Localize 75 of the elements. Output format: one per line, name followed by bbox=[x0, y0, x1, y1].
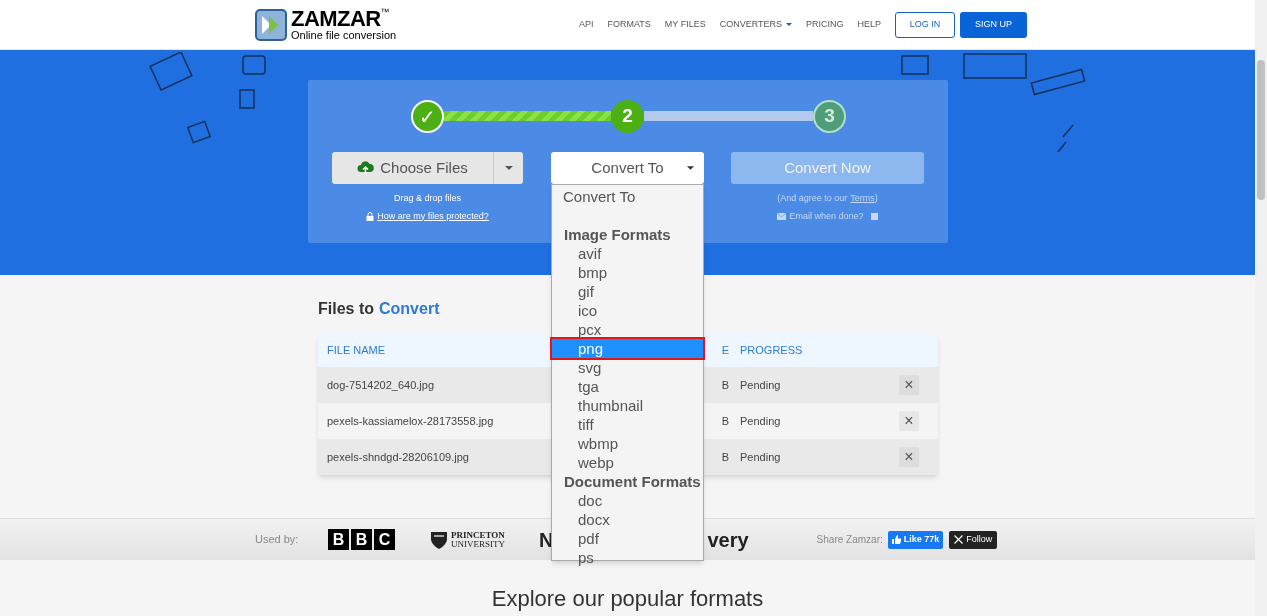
format-option[interactable]: bmp bbox=[552, 263, 703, 282]
format-option[interactable]: pcx bbox=[552, 320, 703, 339]
option-group-label: Document Formats bbox=[563, 472, 702, 491]
princeton-logo-text: UNIVERSITY bbox=[451, 539, 505, 549]
format-option[interactable]: pdf bbox=[552, 529, 703, 548]
nav-link[interactable]: CONVERTERS bbox=[719, 17, 793, 32]
table-cell-text: B bbox=[720, 449, 729, 465]
convert-to-dropdown[interactable]: Convert To bbox=[551, 152, 704, 184]
share-label: Share Zamzar: bbox=[816, 533, 883, 547]
follow-button[interactable]: Follow bbox=[949, 530, 998, 549]
section-heading: Explore our popular formats bbox=[490, 586, 765, 612]
table-cell-text: pexels-shndgd-28206109.jpg bbox=[327, 449, 470, 465]
table-cell-text: Pending bbox=[739, 377, 782, 393]
email-label: Email when done? bbox=[789, 209, 864, 223]
format-option[interactable]: ico bbox=[552, 301, 703, 320]
format-option[interactable]: tiff bbox=[552, 415, 703, 434]
format-option[interactable]: tga bbox=[552, 377, 703, 396]
logo-subtitle: Online file conversion bbox=[291, 30, 397, 41]
format-option[interactable]: doc bbox=[552, 491, 703, 510]
table-cell-text: dog-7514202_640.jpg bbox=[327, 377, 436, 393]
dropdown-placeholder-option[interactable]: Convert To bbox=[552, 187, 703, 206]
cloud-upload-icon bbox=[357, 160, 375, 176]
remove-button[interactable]: × bbox=[899, 447, 919, 467]
bbc-logo-letter: B bbox=[351, 529, 372, 550]
used-by-label: Used by: bbox=[255, 532, 300, 548]
princeton-logo-text: PRINCETON bbox=[451, 530, 505, 540]
table-cell-text: pexels-kassiamelox-28173558.jpg bbox=[327, 413, 495, 429]
envelope-icon bbox=[777, 212, 787, 220]
caret-icon bbox=[504, 166, 513, 170]
scrollbar-thumb[interactable] bbox=[1257, 60, 1265, 200]
option-group-label: Image Formats bbox=[563, 225, 672, 244]
bbc-logo-letter: C bbox=[374, 529, 395, 550]
caret-button[interactable] bbox=[494, 152, 523, 184]
nav-link[interactable]: HELP bbox=[857, 17, 882, 32]
shield-icon bbox=[430, 529, 448, 550]
logo-title: ZAMZAR bbox=[291, 8, 381, 30]
format-option[interactable]: thumbnail bbox=[552, 396, 703, 415]
choose-files-button[interactable]: Choose Files bbox=[332, 152, 494, 184]
format-option[interactable]: avif bbox=[552, 244, 703, 263]
table-cell-text: B bbox=[720, 377, 729, 393]
section-title-accent: Convert bbox=[379, 299, 440, 317]
nav-link[interactable]: PRICING bbox=[806, 17, 844, 32]
logo-icon bbox=[255, 8, 287, 41]
column-header: E bbox=[720, 342, 729, 358]
bbc-logo-letter: B bbox=[328, 529, 349, 550]
nav-link[interactable]: API bbox=[579, 17, 594, 32]
column-header: FILE NAME bbox=[327, 342, 387, 358]
format-option[interactable]: gif bbox=[552, 282, 703, 301]
lock-icon bbox=[366, 211, 375, 221]
format-option[interactable]: wbmp bbox=[552, 434, 703, 453]
caret-icon bbox=[687, 166, 694, 170]
nav-link[interactable]: MY FILES bbox=[664, 17, 706, 32]
table-cell-text: Pending bbox=[739, 413, 782, 429]
format-option[interactable]: svg bbox=[552, 358, 703, 377]
partner-logo-text: very bbox=[707, 527, 749, 553]
column-header: PROGRESS bbox=[739, 342, 804, 358]
trademark-sign: ™ bbox=[380, 8, 390, 17]
section-title: Files to bbox=[318, 299, 374, 317]
terms-note: (And agree to our bbox=[777, 192, 848, 205]
nav-link[interactable]: FORMATS bbox=[607, 17, 651, 32]
scrollbar[interactable] bbox=[1255, 0, 1267, 616]
remove-button[interactable]: × bbox=[899, 411, 919, 431]
format-option[interactable]: ps bbox=[552, 548, 703, 567]
remove-button[interactable]: × bbox=[899, 375, 919, 395]
format-option[interactable]: webp bbox=[552, 453, 703, 472]
drag-drop-hint: Drag & drop files bbox=[393, 192, 462, 205]
login-button[interactable]: LOG IN bbox=[895, 11, 956, 38]
format-option[interactable]: docx bbox=[552, 510, 703, 529]
terms-note-end: ) bbox=[874, 192, 878, 205]
x-logo-icon bbox=[954, 535, 964, 544]
like-button[interactable]: Like 77k bbox=[887, 530, 944, 549]
table-cell-text: Pending bbox=[739, 449, 782, 465]
thumbs-up-icon bbox=[891, 535, 901, 544]
signup-button[interactable]: SIGN UP bbox=[960, 11, 1028, 38]
table-cell-text: B bbox=[720, 413, 729, 429]
